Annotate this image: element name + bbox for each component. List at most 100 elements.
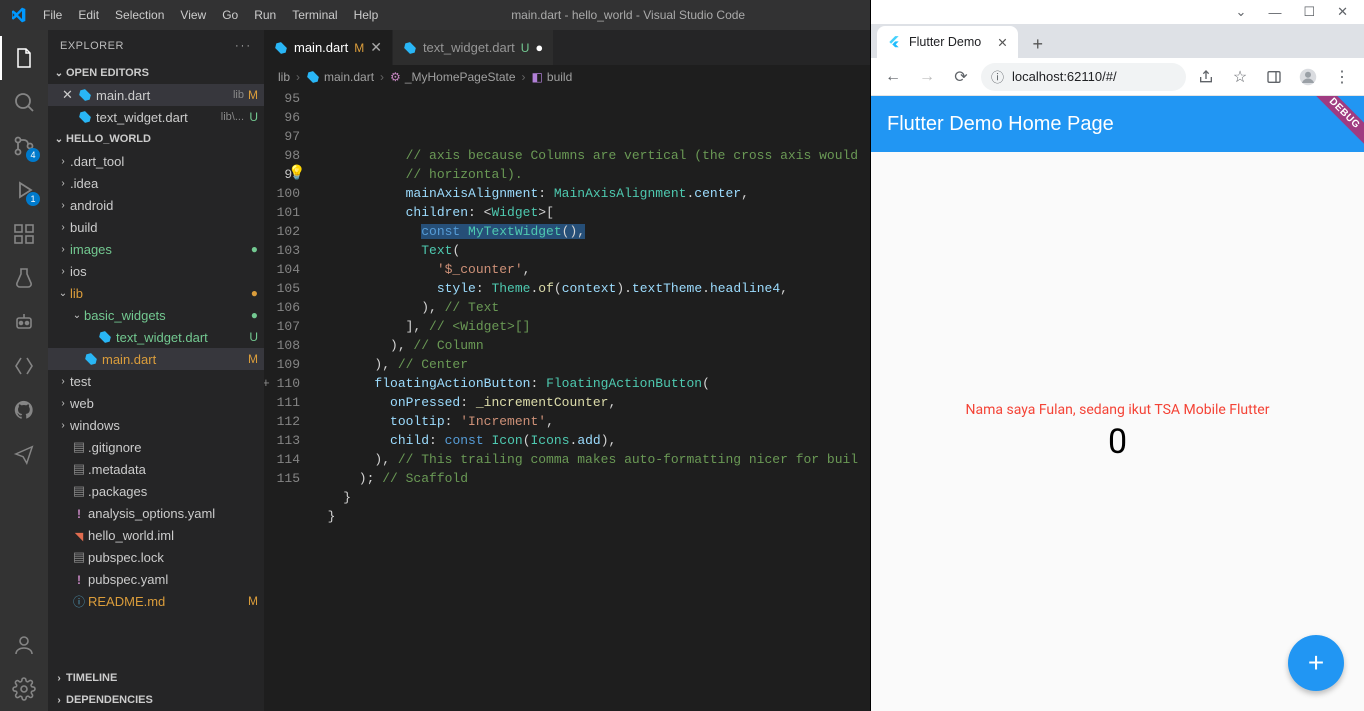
chrome-tab[interactable]: Flutter Demo ✕ — [877, 26, 1018, 58]
omnibox[interactable]: ⓘ localhost:62110/#/ — [981, 63, 1186, 91]
app-counter: 0 — [1108, 422, 1127, 462]
chrome-toolbar: ← → ⟳ ⓘ localhost:62110/#/ ☆ ⋮ — [871, 58, 1364, 96]
tree-item[interactable]: ›.dart_tool — [48, 150, 264, 172]
tree-item[interactable]: main.dartM — [48, 348, 264, 370]
project-section[interactable]: ⌄HELLO_WORLD — [48, 128, 264, 150]
send-icon[interactable] — [0, 432, 48, 476]
maximize-icon[interactable]: ☐ — [1303, 4, 1315, 20]
tree-item[interactable]: !pubspec.yaml — [48, 568, 264, 590]
close-window-icon[interactable]: ✕ — [1337, 4, 1348, 20]
editor-tabs: main.dartM✕text_widget.dartU● — [264, 30, 870, 65]
url-text: localhost:62110/#/ — [1012, 69, 1117, 84]
extensions-icon[interactable] — [0, 212, 48, 256]
appbar-title: Flutter Demo Home Page — [887, 113, 1114, 136]
menu-run[interactable]: Run — [246, 0, 284, 30]
editor-tab[interactable]: main.dartM✕ — [264, 30, 393, 65]
restore-down-icon[interactable]: ⌄ — [1236, 4, 1247, 20]
search-icon[interactable] — [0, 80, 48, 124]
fab-plus-icon: + — [1308, 647, 1324, 679]
profile-icon[interactable] — [1294, 63, 1322, 91]
flutter-app: Flutter Demo Home Page DEBUG Nama saya F… — [871, 96, 1364, 711]
menu-go[interactable]: Go — [214, 0, 246, 30]
breadcrumb-item[interactable]: main.dart — [306, 70, 374, 84]
tree-item[interactable]: ›.idea — [48, 172, 264, 194]
timeline-section[interactable]: ›TIMELINE — [48, 667, 264, 689]
editor-zone: main.dartM✕text_widget.dartU● lib›main.d… — [264, 30, 870, 711]
scm-badge: 4 — [26, 148, 40, 162]
tree-item[interactable]: ›android — [48, 194, 264, 216]
tree-item[interactable]: ◥hello_world.iml — [48, 524, 264, 546]
tree-item[interactable]: ⌄lib● — [48, 282, 264, 304]
flutter-icon — [887, 35, 901, 49]
testing-icon[interactable] — [0, 256, 48, 300]
flutter-body: Nama saya Fulan, sedang ikut TSA Mobile … — [871, 152, 1364, 711]
github-icon[interactable] — [0, 388, 48, 432]
chrome-tab-title: Flutter Demo — [909, 35, 981, 49]
chrome-window: ⌄ — ☐ ✕ Flutter Demo ✕ + ← → ⟳ ⓘ localhost:… — [870, 0, 1364, 711]
panel-icon[interactable] — [1260, 63, 1288, 91]
run-badge: 1 — [26, 192, 40, 206]
vscode-window: FileEditSelectionViewGoRunTerminalHelp m… — [0, 0, 870, 711]
tree-item[interactable]: !analysis_options.yaml — [48, 502, 264, 524]
breadcrumb-item[interactable]: ◧build — [532, 70, 573, 84]
menu-edit[interactable]: Edit — [70, 0, 107, 30]
source-control-icon[interactable]: 4 — [0, 124, 48, 168]
kebab-icon[interactable]: ⋮ — [1328, 63, 1356, 91]
tree-item[interactable]: ▤.gitignore — [48, 436, 264, 458]
explorer-sidebar: EXPLORER ··· ⌄OPEN EDITORS ✕main.dartlib… — [48, 30, 264, 711]
tree-item[interactable]: ›test — [48, 370, 264, 392]
tree-item[interactable]: ⓘREADME.mdM — [48, 590, 264, 612]
activity-bar: 4 1 — [0, 30, 48, 711]
breadcrumb-item[interactable]: lib — [278, 70, 290, 84]
tree-item[interactable]: ›ios — [48, 260, 264, 282]
close-icon[interactable]: ✕ — [997, 35, 1007, 50]
run-debug-icon[interactable]: 1 — [0, 168, 48, 212]
tree-item[interactable]: ›windows — [48, 414, 264, 436]
gear-icon[interactable] — [0, 667, 48, 711]
more-icon[interactable]: ··· — [235, 40, 252, 52]
window-title: main.dart - hello_world - Visual Studio … — [386, 8, 870, 22]
robot-icon[interactable] — [0, 300, 48, 344]
menu-selection[interactable]: Selection — [107, 0, 172, 30]
breadcrumbs[interactable]: lib›main.dart›⚙_MyHomePageState›◧build — [264, 65, 870, 89]
tree-item[interactable]: ›images● — [48, 238, 264, 260]
open-editor-item[interactable]: text_widget.dartlib\...U — [48, 106, 264, 128]
flutter-appbar: Flutter Demo Home Page — [871, 96, 1364, 152]
fab-add-button[interactable]: + — [1288, 635, 1344, 691]
lightbulb-icon[interactable]: 💡 — [288, 165, 305, 184]
reload-icon[interactable]: ⟳ — [947, 63, 975, 91]
star-icon[interactable]: ☆ — [1226, 63, 1254, 91]
tree-item[interactable]: text_widget.dartU — [48, 326, 264, 348]
tree-item[interactable]: ›build — [48, 216, 264, 238]
editor-tab[interactable]: text_widget.dartU● — [393, 30, 554, 65]
tree-item[interactable]: ›web — [48, 392, 264, 414]
close-icon[interactable]: ✕ — [370, 39, 382, 56]
explorer-icon[interactable] — [0, 36, 48, 80]
breadcrumb-item[interactable]: ⚙_MyHomePageState — [390, 70, 516, 84]
tree-item[interactable]: ▤pubspec.lock — [48, 546, 264, 568]
vscode-logo-icon — [0, 7, 35, 23]
menu-file[interactable]: File — [35, 0, 70, 30]
tree-item[interactable]: ▤.metadata — [48, 458, 264, 480]
code-editor[interactable]: 9596979899100101102103104105106107108109… — [264, 89, 870, 711]
minimize-icon[interactable]: — — [1268, 5, 1281, 20]
app-message: Nama saya Fulan, sedang ikut TSA Mobile … — [966, 402, 1270, 418]
accounts-icon[interactable] — [0, 623, 48, 667]
dependencies-section[interactable]: ›DEPENDENCIES — [48, 689, 264, 711]
share-icon[interactable] — [1192, 63, 1220, 91]
window-controls: ⌄ — ☐ ✕ — [871, 0, 1364, 24]
menu-view[interactable]: View — [172, 0, 214, 30]
menu-terminal[interactable]: Terminal — [284, 0, 345, 30]
chrome-tabstrip: Flutter Demo ✕ + — [871, 24, 1364, 58]
menubar: FileEditSelectionViewGoRunTerminalHelp m… — [0, 0, 870, 30]
back-icon[interactable]: ← — [879, 63, 907, 91]
open-editors-section[interactable]: ⌄OPEN EDITORS — [48, 62, 264, 84]
new-tab-button[interactable]: + — [1024, 30, 1052, 58]
remote-icon[interactable] — [0, 344, 48, 388]
tree-item[interactable]: ⌄basic_widgets● — [48, 304, 264, 326]
tree-item[interactable]: ▤.packages — [48, 480, 264, 502]
explorer-title: EXPLORER — [60, 40, 124, 52]
menu-help[interactable]: Help — [346, 0, 387, 30]
open-editor-item[interactable]: ✕main.dartlibM — [48, 84, 264, 106]
forward-icon[interactable]: → — [913, 63, 941, 91]
